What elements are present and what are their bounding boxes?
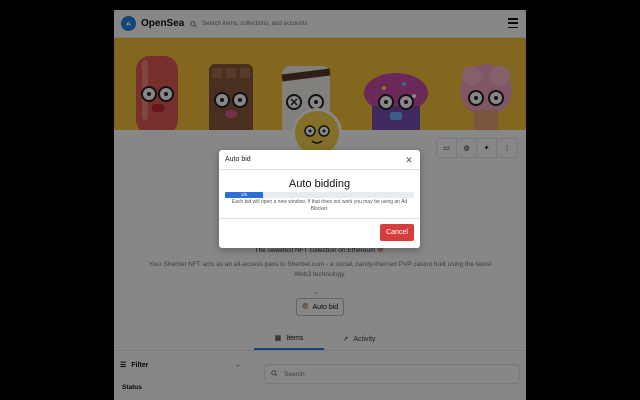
auto-bid-modal: Auto bid ✕ Auto bidding 1/6 Each bid wil… (219, 150, 420, 248)
cancel-button[interactable]: Cancel (380, 224, 414, 241)
modal-header: Auto bid (219, 150, 420, 170)
modal-footer-divider (219, 218, 420, 219)
modal-note: Each bid will open a new window. If that… (231, 199, 408, 213)
auto-bidding-heading: Auto bidding (288, 178, 351, 190)
bid-progress-fill: 1/6 (225, 192, 263, 198)
bid-progress-bar: 1/6 (225, 192, 414, 198)
modal-title: Auto bid (225, 156, 251, 163)
close-icon[interactable]: ✕ (404, 155, 414, 165)
